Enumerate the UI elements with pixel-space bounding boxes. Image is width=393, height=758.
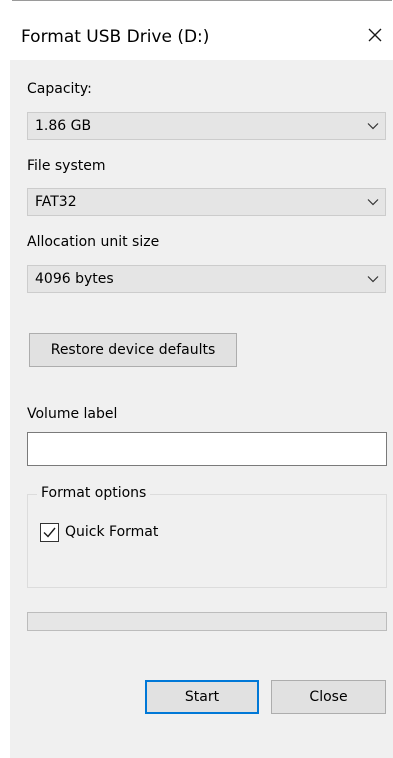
format-options-group: Format options Quick Format bbox=[27, 485, 387, 588]
window-title: Format USB Drive (D:) bbox=[21, 27, 210, 47]
close-icon[interactable] bbox=[362, 22, 388, 48]
capacity-value: 1.86 GB bbox=[35, 118, 92, 134]
volume-label-input[interactable] bbox=[27, 432, 387, 466]
title-bar: Format USB Drive (D:) bbox=[10, 8, 393, 60]
dialog-body: Capacity: 1.86 GB File system FAT32 Allo… bbox=[10, 60, 393, 758]
format-progress-bar bbox=[27, 612, 387, 631]
allocation-unit-dropdown[interactable]: 4096 bytes bbox=[27, 265, 386, 293]
capacity-label: Capacity: bbox=[27, 81, 92, 97]
checkmark-icon bbox=[43, 527, 56, 538]
chevron-down-icon bbox=[367, 123, 379, 130]
restore-defaults-button[interactable]: Restore device defaults bbox=[29, 333, 237, 367]
file-system-value: FAT32 bbox=[35, 194, 77, 210]
chevron-down-icon bbox=[367, 199, 379, 206]
chevron-down-icon bbox=[367, 276, 379, 283]
close-button[interactable]: Close bbox=[271, 680, 386, 714]
file-system-label: File system bbox=[27, 158, 106, 174]
capacity-dropdown[interactable]: 1.86 GB bbox=[27, 112, 386, 140]
format-options-legend: Format options bbox=[37, 485, 151, 501]
quick-format-checkbox[interactable] bbox=[40, 523, 59, 542]
allocation-unit-value: 4096 bytes bbox=[35, 271, 114, 287]
start-button[interactable]: Start bbox=[145, 680, 259, 714]
quick-format-label[interactable]: Quick Format bbox=[65, 524, 158, 540]
volume-label-label: Volume label bbox=[27, 406, 118, 422]
file-system-dropdown[interactable]: FAT32 bbox=[27, 188, 386, 216]
allocation-unit-label: Allocation unit size bbox=[27, 234, 160, 250]
